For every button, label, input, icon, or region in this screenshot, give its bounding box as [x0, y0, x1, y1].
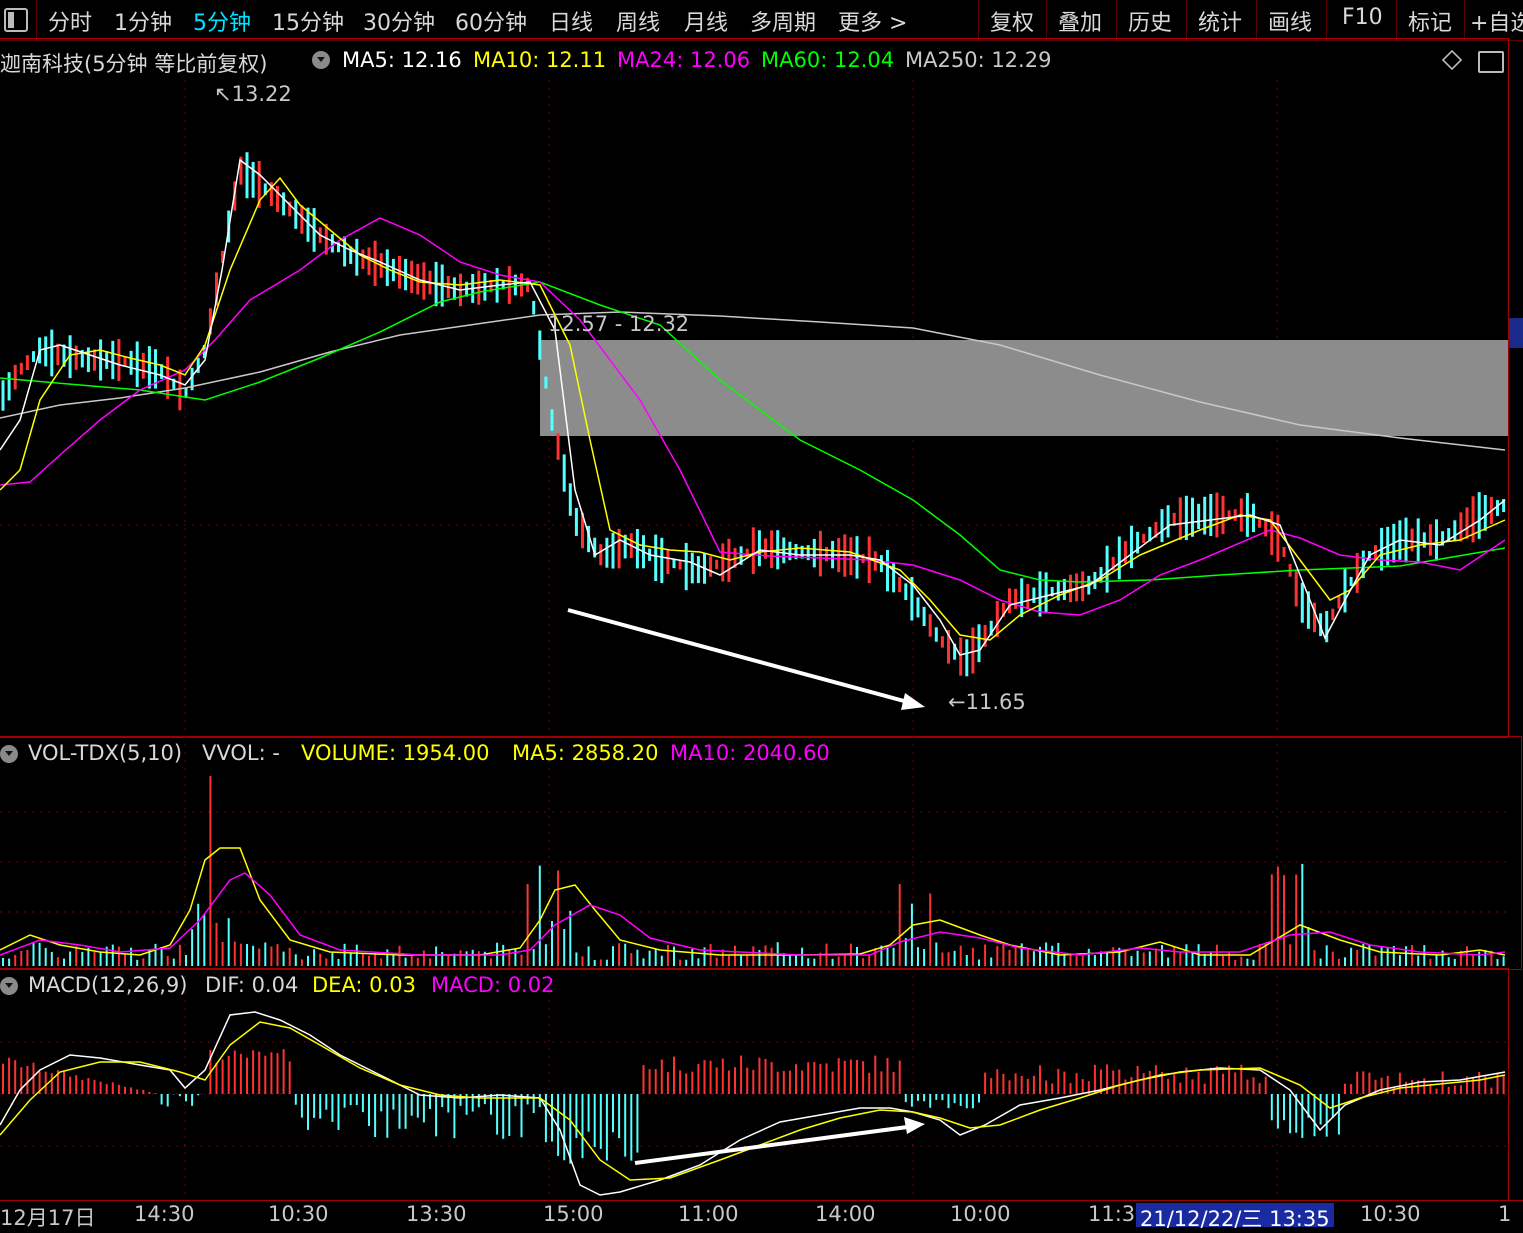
vol-ma5-label: MA5: 2858.20: [512, 741, 659, 765]
downtrend-arrow[interactable]: [567, 608, 925, 710]
macd-value-label: MACD: 0.02: [431, 973, 555, 997]
x-label-1330: 13:30: [406, 1202, 467, 1226]
macd-menu-icon[interactable]: [0, 977, 18, 995]
vvol-label: VVOL: -: [202, 741, 280, 765]
x-label-1430: 14:30: [134, 1202, 195, 1226]
kline-chart[interactable]: [0, 0, 1523, 1228]
x-label-1030: 10:30: [268, 1202, 329, 1226]
zone-range-label: 12.57 - 12.32: [548, 312, 690, 336]
macd-dif-line: [0, 1011, 1506, 1196]
vol-indicator-name: VOL-TDX(5,10): [28, 741, 183, 765]
crosshair-time-badge: 21/12/22/三 13:35: [1136, 1203, 1334, 1231]
x-label-1000: 10:00: [950, 1202, 1011, 1226]
dea-label: DEA: 0.03: [312, 973, 416, 997]
x-label-1500: 15:00: [543, 1202, 604, 1226]
x-label-end: 1: [1498, 1202, 1512, 1226]
dif-label: DIF: 0.04: [205, 973, 299, 997]
vol-menu-icon[interactable]: [0, 745, 18, 763]
price-axis-marker: [1509, 318, 1523, 348]
low-price-label: ←11.65: [948, 690, 1026, 714]
vol-ma10-line: [0, 872, 1506, 956]
macd-dea-line: [0, 1021, 1506, 1181]
high-price-label: ↖13.22: [214, 82, 292, 106]
x-label-1100: 11:00: [678, 1202, 739, 1226]
vol-ma10-label: MA10: 2040.60: [670, 741, 830, 765]
x-label-113: 11:3: [1088, 1202, 1136, 1226]
price-zone-rect[interactable]: [540, 340, 1508, 436]
volume-label: VOLUME: 1954.00: [301, 741, 490, 765]
x-label-1400: 14:00: [815, 1202, 876, 1226]
macd-indicator-name: MACD(12,26,9): [28, 973, 188, 997]
x-label-1030b: 10:30: [1360, 1202, 1421, 1226]
divergence-arrow[interactable]: [634, 1117, 925, 1165]
